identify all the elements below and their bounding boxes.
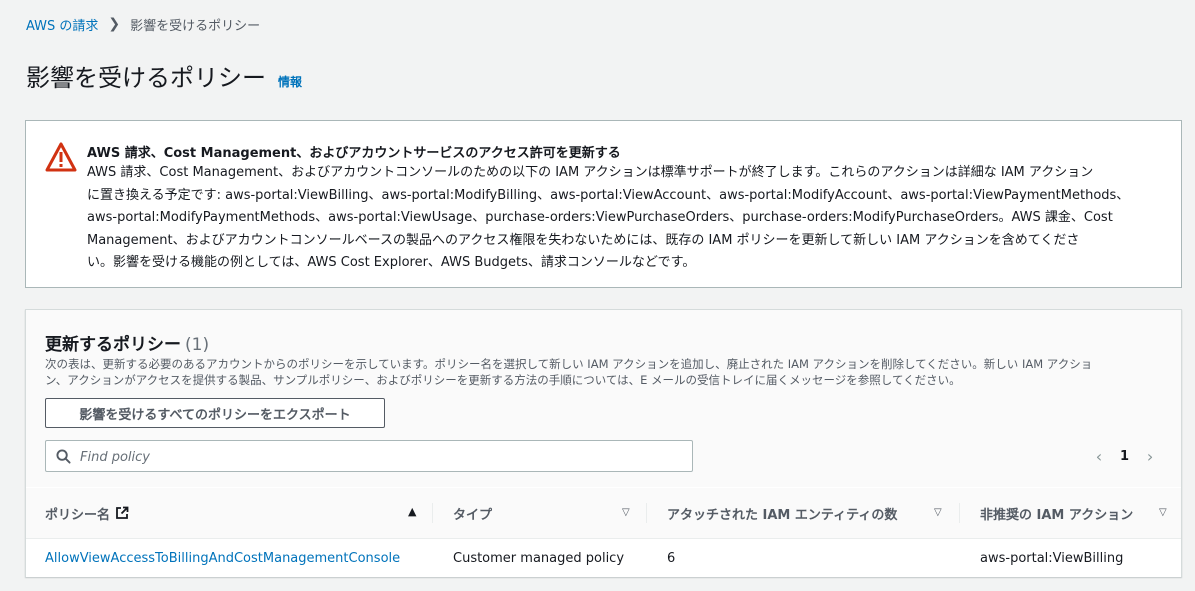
alert-title: AWS 請求、Cost Management、およびアカウントサービスのアクセス… bbox=[87, 146, 621, 161]
page-number[interactable]: 1 bbox=[1120, 449, 1129, 464]
column-label: タイプ bbox=[453, 507, 493, 523]
panel-title: 更新するポリシー (1) bbox=[45, 330, 209, 355]
search-icon bbox=[56, 449, 71, 464]
column-divider bbox=[646, 503, 647, 523]
alert-line: Management、およびアカウントコンソールベースの製品へのアクセス権限を失… bbox=[87, 232, 1080, 248]
alert-line: い。影響を受ける機能の例としては、AWS Cost Explorer、AWS B… bbox=[87, 255, 696, 270]
column-header-policy-name[interactable]: ポリシー名 bbox=[45, 488, 129, 538]
cell-policy-name: AllowViewAccessToBillingAndCostManagemen… bbox=[45, 539, 400, 577]
policies-panel: 更新するポリシー (1) 次の表は、更新する必要のあるアカウントからのポリシーを示… bbox=[25, 309, 1182, 577]
external-link-icon bbox=[116, 506, 129, 519]
pagination: ‹ 1 › bbox=[1092, 446, 1157, 466]
warning-icon bbox=[45, 142, 77, 172]
column-header-type[interactable]: タイプ bbox=[453, 488, 492, 538]
info-link[interactable]: 情報 bbox=[278, 73, 302, 90]
table-row: AllowViewAccessToBillingAndCostManagemen… bbox=[26, 539, 1181, 577]
breadcrumb-billing-link[interactable]: AWS の請求 bbox=[26, 15, 98, 34]
breadcrumb-current: 影響を受けるポリシー bbox=[130, 18, 261, 34]
export-policies-button[interactable]: 影響を受けるすべてのポリシーをエクスポート bbox=[45, 398, 385, 428]
alert-line: AWS 請求、Cost Management、およびアカウントコンソールのための… bbox=[87, 165, 1094, 180]
warning-alert: AWS 請求、Cost Management、およびアカウントサービスのアクセス… bbox=[25, 120, 1182, 288]
table-header: ポリシー名 ▲ タイプ ▽ アタッチされた IAM エンティティの数 ▽ 非推奨… bbox=[26, 488, 1181, 539]
cell-deprecated-actions: aws-portal:ViewBilling bbox=[980, 550, 1124, 566]
column-divider bbox=[959, 503, 960, 523]
policy-count: (1) bbox=[185, 335, 210, 355]
alert-body: AWS 請求、Cost Management、およびアカウントコンソールのための… bbox=[87, 162, 1162, 275]
alert-line: aws-portal:ModifyPaymentMethods、aws-port… bbox=[87, 210, 1113, 225]
column-divider bbox=[432, 503, 433, 523]
chevron-right-icon[interactable]: › bbox=[1143, 447, 1157, 466]
column-header-deprecated-actions[interactable]: 非推奨の IAM アクション bbox=[980, 488, 1133, 538]
sort-icon[interactable]: ▽ bbox=[934, 507, 942, 518]
panel-title-text: 更新するポリシー bbox=[45, 335, 181, 355]
breadcrumb: AWS の請求 ❯ 影響を受けるポリシー bbox=[26, 14, 260, 34]
column-label: アタッチされた IAM エンティティの数 bbox=[667, 507, 898, 523]
sort-ascending-icon[interactable]: ▲ bbox=[408, 505, 416, 518]
description-line: ン、アクションがアクセスを提供する製品、サンプルポリシー、およびポリシーを更新す… bbox=[45, 373, 961, 387]
sort-icon[interactable]: ▽ bbox=[1159, 507, 1167, 518]
policy-name-link[interactable]: AllowViewAccessToBillingAndCostManagemen… bbox=[45, 551, 400, 566]
cell-attached-entities: 6 bbox=[667, 550, 676, 566]
search-input[interactable] bbox=[78, 443, 682, 471]
search-box bbox=[45, 440, 693, 472]
page-title: 影響を受けるポリシー bbox=[26, 64, 266, 92]
column-header-attached-entities[interactable]: アタッチされた IAM エンティティの数 bbox=[667, 488, 897, 538]
chevron-left-icon[interactable]: ‹ bbox=[1092, 447, 1106, 466]
panel-description: 次の表は、更新する必要のあるアカウントからのポリシーを示しています。ポリシー名を… bbox=[45, 356, 1145, 388]
sort-icon[interactable]: ▽ bbox=[622, 507, 630, 518]
page-header: 影響を受けるポリシー 情報 bbox=[26, 58, 302, 93]
chevron-right-icon: ❯ bbox=[108, 16, 121, 32]
column-label: ポリシー名 bbox=[45, 507, 111, 523]
description-line: 次の表は、更新する必要のあるアカウントからのポリシーを示しています。ポリシー名を… bbox=[45, 357, 1093, 371]
cell-type: Customer managed policy bbox=[453, 550, 625, 566]
column-label: 非推奨の IAM アクション bbox=[980, 507, 1134, 523]
alert-line: に置き換える予定です: aws-portal:ViewBilling、aws-p… bbox=[87, 187, 1130, 203]
